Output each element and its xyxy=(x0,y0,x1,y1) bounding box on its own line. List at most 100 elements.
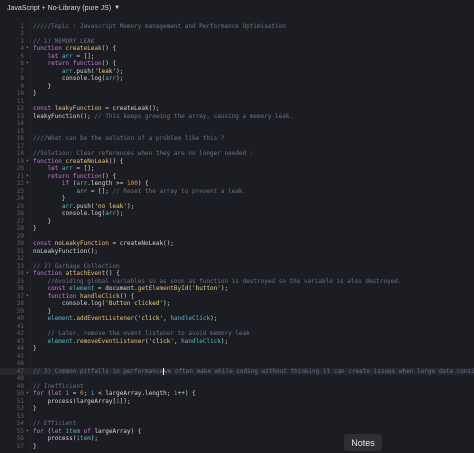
fold-toggle-icon[interactable]: ▾ xyxy=(26,390,32,398)
code-line[interactable]: 49 // Inefficient xyxy=(0,383,474,391)
code-token: function xyxy=(33,270,66,277)
line-number: 24 xyxy=(16,195,24,202)
code-token: item xyxy=(76,435,91,442)
code-text: console.log(arr); xyxy=(33,75,123,83)
code-line[interactable]: 53 xyxy=(0,413,474,421)
code-line[interactable]: 54 // Efficient xyxy=(0,420,474,428)
code-line[interactable]: 13 leakyFunction(); // This keeps growing… xyxy=(0,113,474,121)
code-line[interactable]: 39 } xyxy=(0,308,474,316)
code-line[interactable]: 17 xyxy=(0,143,474,151)
code-line[interactable]: 37 ▾ function handleClick() { xyxy=(0,293,474,301)
language-selector[interactable]: JavaScript + No-Library (pure JS) ▼ xyxy=(0,0,474,16)
line-number: 53 xyxy=(16,412,24,420)
code-line[interactable]: 57} xyxy=(0,443,474,451)
code-text: /////Topic : Javascript Memory managemen… xyxy=(33,23,286,31)
code-line[interactable]: 55 ▾ for (let item of largeArray) { xyxy=(0,428,474,436)
code-line[interactable]: 32 xyxy=(0,255,474,263)
code-token: process( xyxy=(33,435,77,442)
code-token: arr xyxy=(105,75,117,82)
code-line[interactable]: 51 process(largeArray[i]); xyxy=(0,398,474,406)
code-text: function attachEvent() { xyxy=(33,270,120,278)
code-line[interactable]: 33 // 2) Garbage Collection xyxy=(0,263,474,271)
code-line[interactable]: 10} xyxy=(0,90,474,98)
code-line[interactable]: 2 xyxy=(0,30,474,38)
code-line[interactable]: 7 arr.push('leak'); xyxy=(0,68,474,76)
code-line[interactable]: 30 const noLeakyFunction = createNoLeak()… xyxy=(0,240,474,248)
code-text: } xyxy=(33,83,51,91)
code-token: } xyxy=(33,90,37,97)
code-line[interactable]: 47 // 3) Common pitfalls in performancewe… xyxy=(0,367,474,375)
code-token: arr xyxy=(61,202,73,210)
code-line[interactable]: 35 //Avoiding global variables so as soo… xyxy=(0,278,474,286)
code-line[interactable]: 26 console.log(arr); xyxy=(0,210,474,218)
code-line[interactable]: 46 xyxy=(0,360,474,368)
code-line[interactable]: 14 xyxy=(0,120,474,128)
code-line[interactable]: 45 xyxy=(0,353,474,361)
fold-toggle-icon[interactable]: ▾ xyxy=(26,293,32,301)
code-line[interactable]: 34 ▾ function attachEvent() { xyxy=(0,270,474,278)
code-text: // 1) MEMORY LEAK xyxy=(33,38,94,46)
code-token: console.log( xyxy=(33,75,106,82)
code-token: = xyxy=(69,390,80,397)
code-line[interactable]: 9 } xyxy=(0,83,474,91)
code-line[interactable]: 44} xyxy=(0,345,474,353)
code-token: ); xyxy=(116,67,124,75)
code-line[interactable]: 18 //Solution: Clear references when they… xyxy=(0,150,474,158)
code-line[interactable]: 36 const element = document.getElementBy… xyxy=(0,285,474,293)
code-line[interactable]: 52} xyxy=(0,405,474,413)
code-line[interactable]: 48 xyxy=(0,375,474,383)
code-line[interactable]: 3 // 1) MEMORY LEAK xyxy=(0,38,474,46)
fold-toggle-icon[interactable]: ▾ xyxy=(26,60,32,68)
code-line[interactable]: 19 ▾ function createNoLeak() { xyxy=(0,158,474,166)
code-text: } xyxy=(33,405,37,413)
line-number: 31 xyxy=(16,247,24,255)
code-token: let xyxy=(51,427,66,435)
code-line[interactable]: 16 ////What can be the solution of a prob… xyxy=(0,135,474,143)
fold-toggle-icon[interactable]: ▾ xyxy=(26,158,32,166)
code-line[interactable]: 20 let arr = []; xyxy=(0,165,474,173)
code-line[interactable]: 5 let arr = []; xyxy=(0,53,474,61)
code-line[interactable]: 28} xyxy=(0,225,474,233)
code-line[interactable]: 15 xyxy=(0,128,474,136)
code-line[interactable]: 24 } xyxy=(0,195,474,203)
code-line[interactable]: 43 element.removeEventListener('click', … xyxy=(0,338,474,346)
code-token: ); xyxy=(126,202,135,210)
code-line[interactable]: 56 process(item); xyxy=(0,435,474,443)
code-line[interactable]: 11 xyxy=(0,98,474,106)
code-line[interactable]: 12 const leakyFunction = createLeak(); xyxy=(0,105,474,113)
code-line[interactable]: 29 xyxy=(0,233,474,241)
code-line[interactable]: 6 ▾ return function() { xyxy=(0,60,474,68)
fold-toggle-icon[interactable]: ▾ xyxy=(26,270,32,278)
code-text: arr.push('leak'); xyxy=(33,68,123,76)
code-line[interactable]: 1 /////Topic : Javascript Memory manageme… xyxy=(0,23,474,31)
code-line[interactable]: 27 } xyxy=(0,218,474,226)
fold-toggle-icon[interactable]: ▾ xyxy=(26,45,32,53)
code-line[interactable]: 41 xyxy=(0,323,474,331)
code-line[interactable]: 21 ▾ return function() { xyxy=(0,173,474,181)
fold-toggle-icon[interactable]: ▾ xyxy=(26,173,32,181)
fold-toggle-icon[interactable]: ▾ xyxy=(26,428,32,436)
code-line[interactable]: 38 console.log('Button clicked'); xyxy=(0,300,474,308)
code-line[interactable]: 50 ▾ for (let i = 0; i < largeArray.length… xyxy=(0,390,474,398)
fold-toggle-icon[interactable]: ▾ xyxy=(26,180,32,188)
code-text: } xyxy=(33,90,37,98)
code-line[interactable]: 22 ▾ if (arr.length >= 100) { xyxy=(0,180,474,188)
code-line[interactable]: 23 arr = []; // Reset the array to preve… xyxy=(0,188,474,196)
code-token: ); xyxy=(116,210,124,217)
code-line[interactable]: 25 arr.push('no leak'); xyxy=(0,203,474,211)
code-line[interactable]: 31 noLeakyFunction(); xyxy=(0,248,474,256)
line-number: 3 xyxy=(20,37,24,45)
code-text: for (let i = 0; i < largeArray.length; i… xyxy=(33,390,196,398)
code-line[interactable]: 4 ▾ function createLeak() { xyxy=(0,45,474,53)
code-token: largeArray) { xyxy=(94,427,142,435)
code-line[interactable]: 8 console.log(arr); xyxy=(0,75,474,83)
code-line[interactable]: 42 // Later, remove the event listener t… xyxy=(0,330,474,338)
code-token: // 1) MEMORY LEAK xyxy=(33,37,95,45)
code-line[interactable]: 40 element.addEventListener('click', han… xyxy=(0,315,474,323)
code-token: arr xyxy=(76,187,88,195)
notes-button[interactable]: Notes xyxy=(344,434,382,451)
code-token: ); xyxy=(163,300,171,307)
line-number: 54 xyxy=(16,420,24,427)
code-editor[interactable]: 1 /////Topic : Javascript Memory manageme… xyxy=(0,17,474,453)
